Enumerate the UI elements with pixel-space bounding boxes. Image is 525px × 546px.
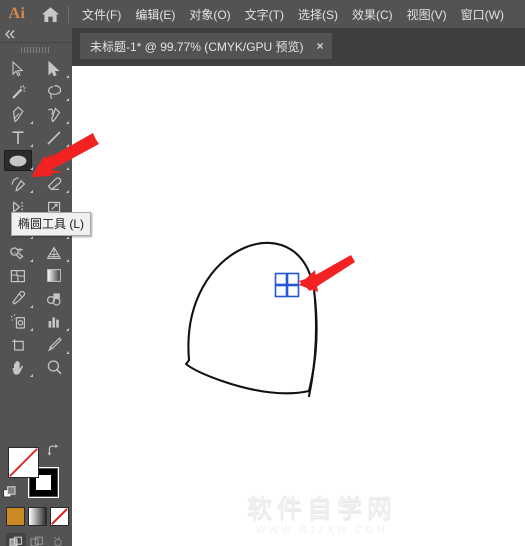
tools-panel — [0, 42, 72, 546]
close-icon[interactable]: × — [317, 40, 324, 52]
collapse-panel-button[interactable] — [5, 30, 16, 41]
symbol-sprayer-tool[interactable] — [0, 310, 36, 333]
slice-tool[interactable] — [36, 333, 72, 356]
tool-flyout-indicator — [66, 351, 69, 354]
hand-tool[interactable] — [0, 356, 36, 379]
mesh-tool[interactable] — [0, 264, 36, 287]
document-tab-title: 未标题-1* @ 99.77% (CMYK/GPU 预览) — [90, 39, 304, 54]
tool-flyout-indicator — [30, 167, 33, 170]
dock-header — [0, 28, 72, 42]
tool-flyout-indicator — [30, 328, 33, 331]
tool-flyout-indicator — [30, 121, 33, 124]
fill-swatch[interactable] — [8, 447, 39, 478]
draw-normal-button[interactable] — [6, 533, 26, 546]
lasso-tool[interactable] — [36, 80, 72, 103]
fill-stroke-controls — [0, 441, 72, 546]
menu-bar: Ai 文件(F) 编辑(E) 对象(O) 文字(T) 选择(S) 效果(C) 视… — [0, 0, 525, 28]
tool-flyout-indicator — [66, 190, 69, 193]
canvas-area[interactable]: 软件自学网 WWW.RJZXW.COM — [72, 66, 525, 546]
shaper-tool[interactable] — [0, 172, 36, 195]
menu-item-view[interactable]: 视图(V) — [400, 3, 454, 26]
zoom-tool[interactable] — [36, 356, 72, 379]
document-tab[interactable]: 未标题-1* @ 99.77% (CMYK/GPU 预览) × — [80, 33, 332, 59]
menu-divider — [68, 5, 69, 23]
tool-flyout-indicator — [30, 374, 33, 377]
gradient-mode-button[interactable] — [28, 507, 47, 526]
paintbrush-tool[interactable] — [36, 149, 72, 172]
illustrator-window: Ai 文件(F) 编辑(E) 对象(O) 文字(T) 选择(S) 效果(C) 视… — [0, 0, 525, 546]
tools-dock: 椭圆工具 (L) — [0, 28, 92, 546]
home-icon[interactable] — [34, 6, 66, 23]
direct-selection-tool[interactable] — [36, 57, 72, 80]
tool-flyout-indicator — [66, 259, 69, 262]
type-tool[interactable] — [0, 126, 36, 149]
none-mode-button[interactable] — [50, 507, 69, 526]
menu-item-file[interactable]: 文件(F) — [75, 3, 128, 26]
tool-flyout-indicator — [66, 167, 69, 170]
curvature-tool[interactable] — [36, 103, 72, 126]
tool-flyout-indicator — [30, 144, 33, 147]
draw-inside-button[interactable] — [48, 533, 68, 546]
menu-item-edit[interactable]: 编辑(E) — [128, 3, 182, 26]
line-segment-tool[interactable] — [36, 126, 72, 149]
tool-flyout-indicator — [66, 144, 69, 147]
pen-tool[interactable] — [0, 103, 36, 126]
eraser-tool[interactable] — [36, 172, 72, 195]
tool-flyout-indicator — [66, 75, 69, 78]
color-mode-buttons — [6, 507, 69, 526]
swap-fill-stroke-icon[interactable] — [47, 444, 60, 457]
column-graph-tool[interactable] — [36, 310, 72, 333]
magic-wand-tool[interactable] — [0, 80, 36, 103]
eyedropper-tool[interactable] — [0, 287, 36, 310]
tool-tooltip: 椭圆工具 (L) — [11, 212, 92, 236]
tool-flyout-indicator — [66, 236, 69, 239]
default-fill-stroke-icon[interactable] — [3, 486, 18, 499]
tool-flyout-indicator — [66, 328, 69, 331]
menu-item-type[interactable]: 文字(T) — [238, 3, 291, 26]
app-logo: Ai — [8, 5, 26, 22]
blend-tool[interactable] — [36, 287, 72, 310]
fill-none-slash-icon — [9, 448, 38, 477]
selection-tool[interactable] — [0, 57, 36, 80]
tool-flyout-indicator — [30, 259, 33, 262]
gradient-tool[interactable] — [36, 264, 72, 287]
document-tab-bar: 未标题-1* @ 99.77% (CMYK/GPU 预览) × — [72, 28, 525, 66]
ellipse-tool[interactable] — [0, 149, 36, 172]
perspective-grid-tool[interactable] — [36, 241, 72, 264]
draw-behind-button[interactable] — [27, 533, 47, 546]
menu-item-select[interactable]: 选择(S) — [291, 3, 345, 26]
tool-flyout-indicator — [66, 121, 69, 124]
tool-flyout-indicator — [30, 190, 33, 193]
menu-item-window[interactable]: 窗口(W) — [454, 3, 511, 26]
panel-drag-handle[interactable] — [0, 45, 72, 55]
menu-items: 文件(F) 编辑(E) 对象(O) 文字(T) 选择(S) 效果(C) 视图(V… — [75, 3, 511, 26]
menu-item-effect[interactable]: 效果(C) — [345, 3, 400, 26]
tool-flyout-indicator — [66, 98, 69, 101]
menu-item-object[interactable]: 对象(O) — [182, 3, 237, 26]
tool-flyout-indicator — [30, 305, 33, 308]
tool-flyout-indicator — [30, 236, 33, 239]
artboard-tool[interactable] — [0, 333, 36, 356]
drawing-mode-buttons — [6, 533, 68, 546]
selected-ellipse-widget[interactable] — [72, 66, 525, 546]
color-mode-button[interactable] — [6, 507, 25, 526]
shape-builder-tool[interactable] — [0, 241, 36, 264]
